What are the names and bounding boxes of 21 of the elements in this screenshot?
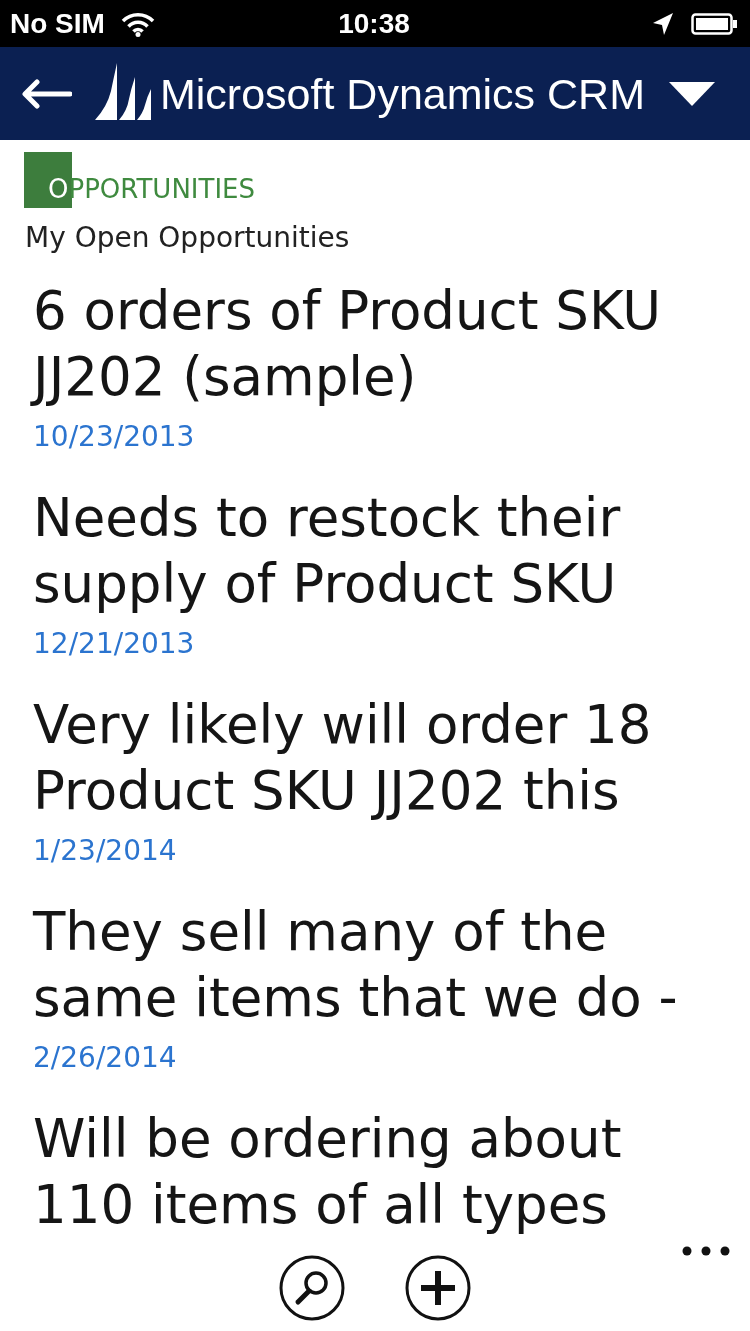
- wifi-icon: [120, 10, 155, 37]
- app-title: Microsoft Dynamics CRM: [160, 68, 646, 119]
- search-icon[interactable]: [279, 1255, 345, 1321]
- add-icon[interactable]: [405, 1255, 471, 1321]
- opportunity-title[interactable]: Will be ordering about 110 items of all types: [33, 1106, 730, 1238]
- opportunity-title[interactable]: Very likely will order 18 Product SKU JJ202 this: [33, 692, 730, 824]
- back-arrow-icon[interactable]: [20, 78, 72, 109]
- battery-icon: [691, 12, 738, 35]
- opportunity-date: 12/21/2013: [33, 626, 195, 662]
- view-name[interactable]: My Open Opportunities: [25, 221, 350, 255]
- dropdown-caret-icon[interactable]: [669, 81, 715, 106]
- opportunity-date: 10/23/2013: [33, 419, 195, 455]
- opportunity-date: 2/26/2014: [33, 1040, 177, 1076]
- opportunity-date: 1/23/2014: [33, 833, 177, 869]
- more-icon[interactable]: [682, 1246, 730, 1256]
- location-arrow-icon: [653, 12, 673, 35]
- logo-icon: [95, 63, 152, 120]
- opportunity-title[interactable]: Needs to restock their supply of Product SKU: [33, 485, 730, 617]
- clock-time: 10:38: [338, 7, 410, 40]
- carrier-name: No SIM: [10, 7, 105, 40]
- opportunity-title[interactable]: They sell many of the same items that we do -: [33, 899, 730, 1031]
